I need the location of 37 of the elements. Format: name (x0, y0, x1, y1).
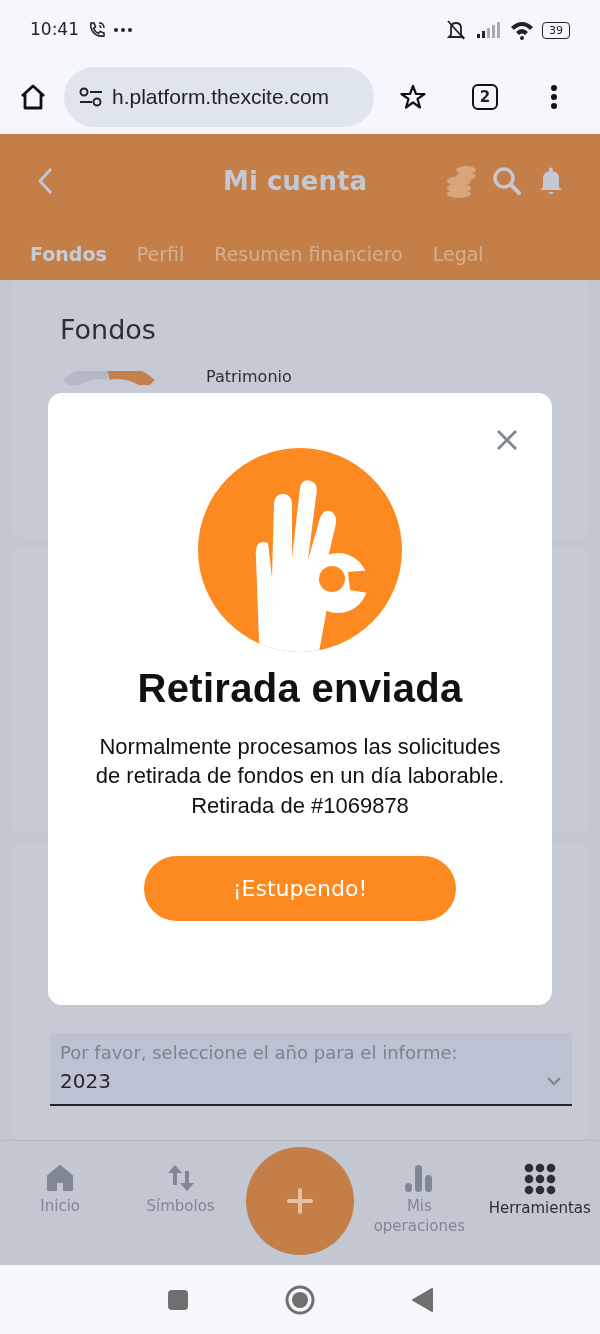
dialog-title: Retirada enviada (137, 665, 463, 712)
close-button[interactable] (496, 427, 518, 451)
confirm-button[interactable]: ¡Estupendo! (144, 855, 456, 921)
tab[interactable]: Fondos (30, 239, 107, 269)
year-select[interactable]: Por favor, seleccione el año para el informe: 2023 (50, 1033, 572, 1106)
address-bar[interactable]: h.platform.thexcite.com (64, 67, 374, 127)
chevron-down-icon (546, 1076, 562, 1086)
ok-hand-icon (198, 448, 402, 652)
site-settings-icon[interactable] (78, 86, 104, 108)
home-icon (45, 1163, 76, 1193)
tab[interactable]: Legal (432, 239, 484, 269)
plus-icon (286, 1188, 313, 1214)
close-icon (496, 428, 518, 451)
back-triangle-icon[interactable] (411, 1287, 433, 1312)
tab[interactable]: Resumen financiero (214, 239, 403, 269)
recents-icon[interactable] (167, 1288, 189, 1311)
dialog-message: Normalmente procesamos las solicitudes de retirada de fondos en un día laborable. Retirada de #1069878 (94, 733, 506, 820)
nav-tab[interactable]: Mis operaciones (364, 1163, 475, 1236)
tab[interactable]: Perfil (136, 239, 185, 269)
grid-icon (523, 1163, 556, 1195)
bookmark-star-icon[interactable] (400, 84, 426, 110)
signal-icon (476, 21, 502, 39)
tab-count-button[interactable]: 2 (472, 84, 498, 110)
status-time: 10:41 (30, 18, 79, 42)
battery-indicator: 39 (542, 21, 570, 39)
nav-tab[interactable]: Inicio (5, 1163, 116, 1217)
more-icon (113, 27, 133, 33)
menu-icon[interactable] (550, 84, 558, 110)
wifi-icon (510, 20, 534, 40)
phone-call-icon (87, 20, 107, 40)
nav-tab[interactable]: Herramientas (484, 1163, 595, 1219)
nav-tab[interactable]: Símbolos (125, 1163, 236, 1217)
home-circle-icon[interactable] (285, 1284, 315, 1315)
section-title: Fondos (60, 313, 157, 347)
page-title: Mi cuenta (222, 164, 368, 198)
mute-icon (444, 19, 468, 41)
funds-label: Patrimonio (206, 365, 292, 388)
